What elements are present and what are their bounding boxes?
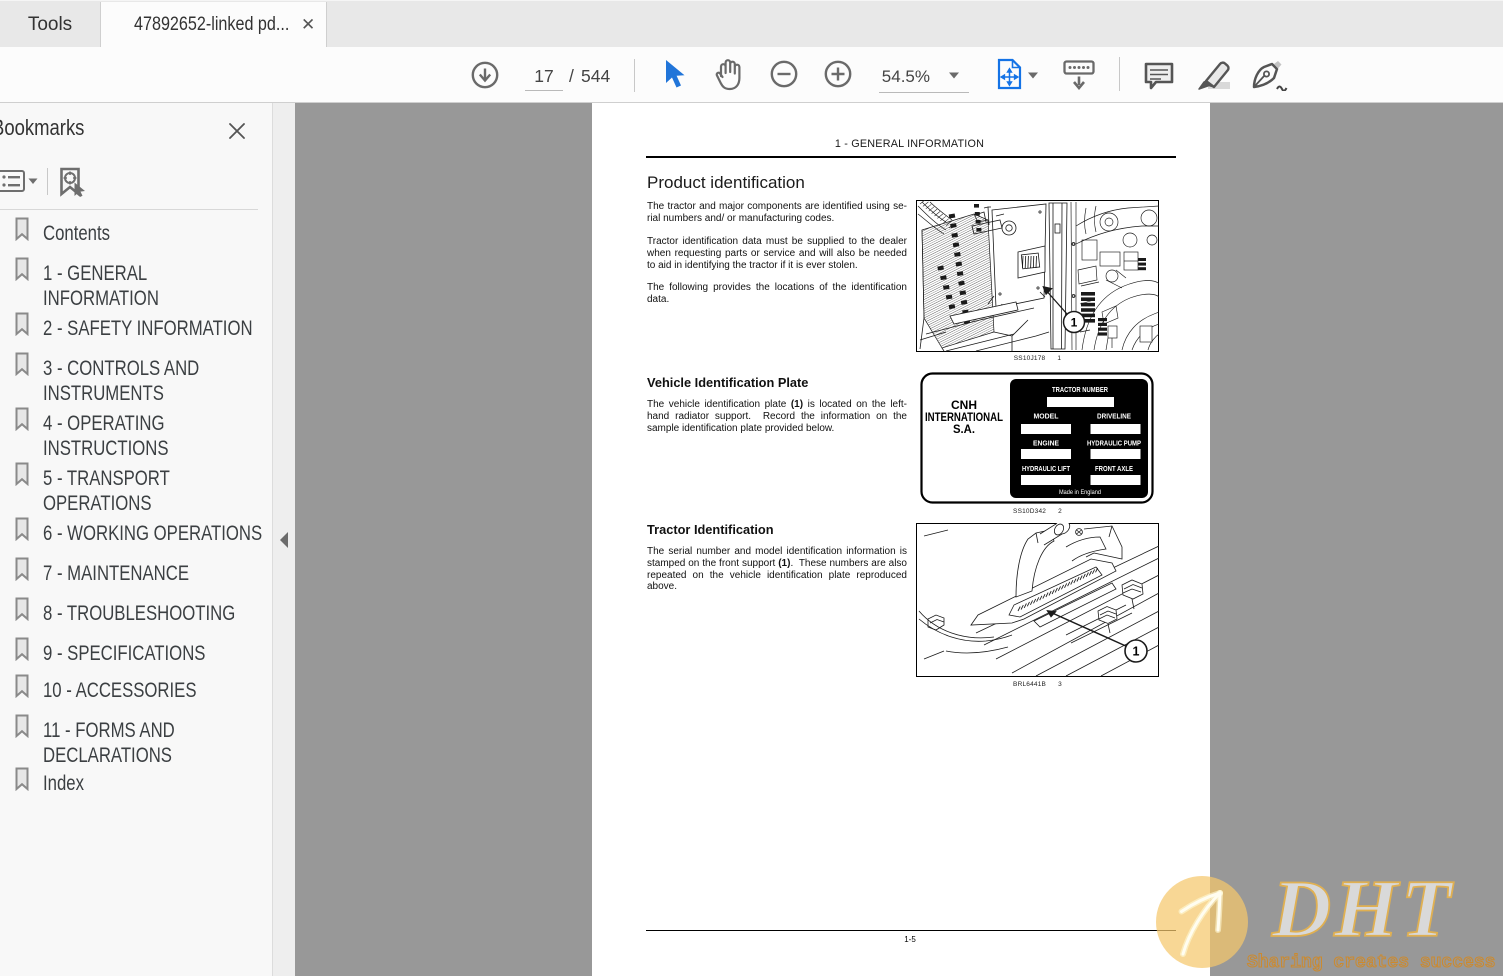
svg-text:1: 1: [1071, 316, 1078, 330]
svg-text:HYDRAULIC LIFT: HYDRAULIC LIFT: [1022, 466, 1071, 473]
svg-text:S.A.: S.A.: [953, 422, 975, 436]
svg-text:FRONT AXLE: FRONT AXLE: [1095, 466, 1133, 473]
svg-text:1: 1: [1133, 645, 1140, 659]
svg-text:Made in England: Made in England: [1059, 490, 1101, 496]
svg-text:HYDRAULIC PUMP: HYDRAULIC PUMP: [1087, 441, 1141, 448]
svg-text:DRIVELINE: DRIVELINE: [1097, 414, 1131, 421]
svg-text:ENGINE: ENGINE: [1033, 441, 1059, 448]
svg-text:TRACTOR NUMBER: TRACTOR NUMBER: [1052, 387, 1108, 394]
svg-text:MODEL: MODEL: [1034, 414, 1060, 421]
